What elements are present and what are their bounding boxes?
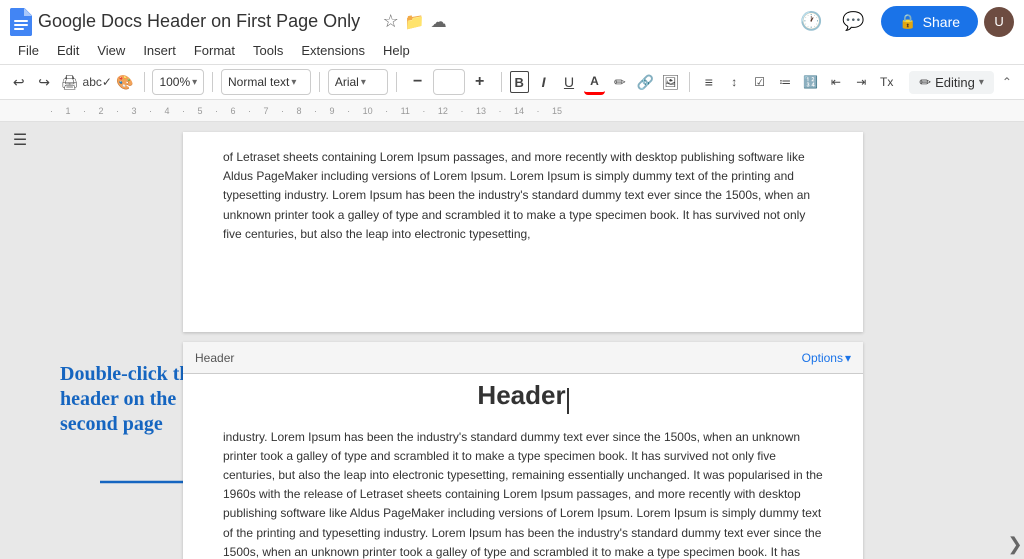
font-value: Arial — [335, 75, 359, 89]
text-color-button[interactable]: A — [584, 69, 605, 95]
zoom-arrow: ▾ — [192, 77, 197, 88]
checklist-button[interactable]: ☑ — [749, 69, 770, 95]
menu-format[interactable]: Format — [186, 41, 243, 60]
page1-content: of Letraset sheets containing Lorem Ipsu… — [183, 132, 863, 260]
doc-icon — [10, 8, 32, 36]
separator6 — [689, 72, 690, 92]
annotation-line2: header on the — [60, 387, 199, 412]
page2-body: industry. Lorem Ipsum has been the indus… — [183, 420, 863, 559]
separator3 — [319, 72, 320, 92]
header-bar: Header Options ▾ — [183, 342, 863, 374]
spellcheck-button[interactable]: abc✓ — [84, 69, 110, 95]
menu-help[interactable]: Help — [375, 41, 418, 60]
menu-extensions[interactable]: Extensions — [293, 41, 373, 60]
options-label: Options — [802, 351, 843, 365]
italic-button[interactable]: I — [533, 69, 554, 95]
indent-increase-button[interactable]: ⇥ — [851, 69, 872, 95]
header-title: Header — [477, 380, 565, 411]
align-button[interactable]: ≡ — [698, 69, 719, 95]
header-cursor — [567, 388, 569, 414]
annotation-line3: second page — [60, 412, 199, 437]
redo-button[interactable]: ↪ — [33, 69, 54, 95]
font-arrow: ▾ — [361, 77, 366, 88]
print-button[interactable]: 🖨 — [59, 69, 80, 95]
font-size-increase[interactable]: + — [467, 69, 493, 95]
separator5 — [501, 72, 502, 92]
menu-tools[interactable]: Tools — [245, 41, 291, 60]
line-spacing-button[interactable]: ↕ — [724, 69, 745, 95]
font-dropdown[interactable]: Arial ▾ — [328, 69, 388, 95]
share-button[interactable]: 🔒 Share — [881, 6, 978, 37]
page2-text: industry. Lorem Ipsum has been the indus… — [223, 428, 823, 559]
share-label: Share — [923, 14, 960, 30]
bullets-button[interactable]: ≔ — [774, 69, 795, 95]
bold-button[interactable]: B — [510, 71, 529, 93]
collapse-toolbar-button[interactable]: ⌃ — [998, 75, 1016, 89]
page-2: Header Options ▾ Header industry. Lorem … — [183, 342, 863, 559]
menu-view[interactable]: View — [89, 41, 133, 60]
zoom-value: 100% — [159, 75, 190, 89]
page-1: of Letraset sheets containing Lorem Ipsu… — [183, 132, 863, 332]
header-area[interactable]: Header — [183, 374, 863, 420]
ruler: · 1 · 2 · 3 · 4 · 5 · 6 · 7 · 8 · 9 · 10… — [0, 100, 1024, 122]
style-value: Normal text — [228, 75, 289, 89]
style-dropdown[interactable]: Normal text ▾ — [221, 69, 311, 95]
underline-button[interactable]: U — [558, 69, 579, 95]
annotation-line1: Double-click the — [60, 362, 199, 387]
menu-insert[interactable]: Insert — [135, 41, 184, 60]
highlight-button[interactable]: ✏ — [609, 69, 630, 95]
font-size-input[interactable]: 20 — [433, 69, 465, 95]
editing-arrow: ▾ — [979, 77, 984, 88]
clear-format-button[interactable]: Tx — [876, 69, 897, 95]
editing-mode-button[interactable]: ✏ Editing ▾ — [909, 71, 994, 94]
avatar[interactable]: U — [984, 7, 1014, 37]
cloud-icon[interactable]: ☁ — [431, 12, 447, 32]
zoom-dropdown[interactable]: 100% ▾ — [152, 69, 204, 95]
insert-image-button[interactable]: 🖼 — [660, 69, 681, 95]
pencil-icon: ✏ — [919, 74, 931, 91]
link-button[interactable]: 🔗 — [635, 69, 656, 95]
editing-label: Editing — [935, 75, 975, 90]
paint-format-button[interactable]: 🎨 — [114, 69, 135, 95]
indent-decrease-button[interactable]: ⇤ — [825, 69, 846, 95]
annotation: Double-click the header on the second pa… — [60, 362, 199, 437]
comments-button[interactable]: 💬 — [839, 8, 867, 36]
options-button[interactable]: Options ▾ — [802, 351, 851, 365]
separator4 — [396, 72, 397, 92]
separator2 — [212, 72, 213, 92]
outline-icon[interactable]: ☰ — [13, 130, 27, 150]
document-area[interactable]: of Letraset sheets containing Lorem Ipsu… — [40, 122, 1006, 559]
separator — [144, 72, 145, 92]
undo-button[interactable]: ↩ — [8, 69, 29, 95]
star-icon[interactable]: ☆ — [383, 11, 399, 32]
document-title: Google Docs Header on First Page Only — [38, 11, 377, 32]
header-label-text: Header — [195, 351, 802, 365]
font-size-decrease[interactable]: − — [405, 69, 431, 95]
menu-edit[interactable]: Edit — [49, 41, 87, 60]
history-button[interactable]: 🕐 — [797, 8, 825, 36]
options-arrow: ▾ — [845, 351, 851, 365]
expand-icon[interactable]: ❯ — [1007, 534, 1022, 555]
folder-icon[interactable]: 📁 — [405, 12, 425, 32]
share-icon: 🔒 — [899, 13, 916, 30]
menu-file[interactable]: File — [10, 41, 47, 60]
style-arrow: ▾ — [291, 77, 296, 88]
numbered-list-button[interactable]: 🔢 — [800, 69, 821, 95]
page1-text: of Letraset sheets containing Lorem Ipsu… — [223, 148, 823, 244]
